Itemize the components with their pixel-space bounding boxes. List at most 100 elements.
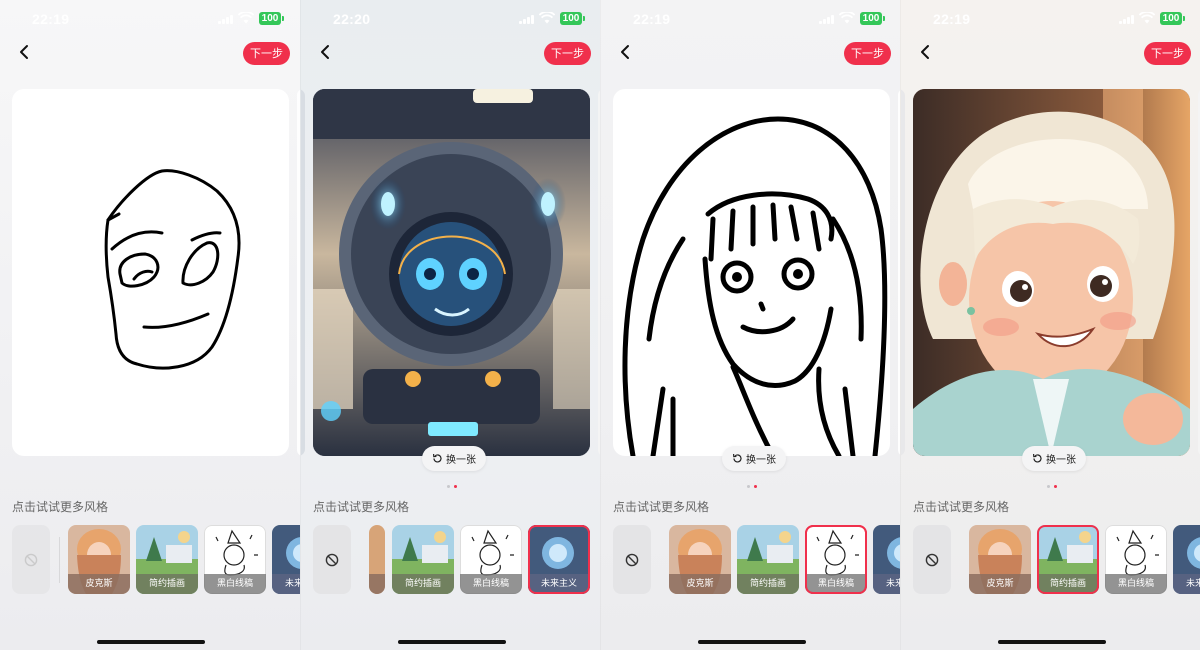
style-tile-label: 黑白线稿: [204, 574, 266, 594]
status-time: 22:19: [633, 11, 671, 27]
style-tile-futurism[interactable]: 未来主义: [528, 525, 590, 594]
no-style-button[interactable]: [613, 525, 651, 594]
style-picker: 皮克斯 简约插画 黑白线稿 未来主义: [613, 525, 900, 595]
face-sketch-image: [104, 169, 241, 370]
phone-screen-2: 22:20 100 下一步 换一张 点击试试更多风格 简约插画 黑白线稿 未来主…: [300, 0, 600, 650]
home-indicator: [398, 640, 506, 644]
back-button[interactable]: [315, 42, 335, 62]
line-art-girl-image: [622, 116, 888, 456]
page-indicator: [747, 485, 757, 488]
next-step-button[interactable]: 下一步: [243, 42, 290, 65]
style-picker: 皮克斯 简约插画 黑白线稿 未来主义: [12, 525, 300, 595]
page-indicator: [447, 485, 457, 488]
phone-screen-3: 22:19 100 下一步 换一张 点击试试更多风格 皮克斯 简约插画 黑白线稿…: [600, 0, 900, 650]
battery-icon: 100: [860, 12, 885, 25]
style-tile-simple-illustration[interactable]: 简约插画: [392, 525, 454, 594]
swap-button[interactable]: 换一张: [722, 446, 786, 471]
swap-button[interactable]: 换一张: [1022, 446, 1086, 471]
back-button[interactable]: [915, 42, 935, 62]
style-tile-label: 未来主义: [1173, 574, 1200, 594]
back-button[interactable]: [615, 42, 635, 62]
style-tile-futurism[interactable]: 未来主义: [1173, 525, 1200, 594]
style-tile-simple-illustration[interactable]: 简约插画: [136, 525, 198, 594]
status-bar: 22:20 100: [301, 0, 600, 36]
style-picker: 皮克斯 简约插画 黑白线稿 未来主义: [913, 525, 1200, 595]
style-section-title: 点击试试更多风格: [12, 500, 109, 514]
phone-screen-4: 22:19 100 下一步 换一张 点击试试更多风格 皮克斯 简约插画 黑白线稿…: [900, 0, 1200, 650]
style-tile-line-art[interactable]: 黑白线稿: [1105, 525, 1167, 594]
swap-button[interactable]: 换一张: [422, 446, 486, 471]
next-step-button[interactable]: 下一步: [1144, 42, 1191, 65]
simple-illustration-thumbnail: [1037, 525, 1099, 594]
preview-card: [913, 89, 1190, 456]
status-time: 22:19: [32, 11, 70, 27]
refresh-icon: [1033, 453, 1042, 463]
style-tile-futurism[interactable]: 未来主义: [272, 525, 300, 594]
style-tile-pixar[interactable]: 皮克斯: [68, 525, 130, 594]
no-style-icon: [325, 553, 339, 566]
style-tile-label: 简约插画: [737, 574, 799, 594]
style-tile-line-art[interactable]: 黑白线稿: [805, 525, 867, 594]
next-step-button[interactable]: 下一步: [844, 42, 891, 65]
back-arrow-icon: [621, 45, 629, 59]
line-art-thumbnail: [816, 529, 859, 576]
page-dot: [747, 485, 750, 488]
refresh-icon: [433, 453, 442, 463]
next-step-button[interactable]: 下一步: [544, 42, 591, 65]
home-indicator: [698, 640, 806, 644]
swap-label: 换一张: [746, 455, 776, 466]
style-tile-pixar[interactable]: 皮克斯: [669, 525, 731, 594]
no-style-button[interactable]: [313, 525, 351, 594]
style-tile-label: 未来主义: [528, 574, 590, 594]
robot-image: [313, 89, 590, 456]
page-indicator: [1047, 485, 1057, 488]
style-tile-pixar[interactable]: 皮克斯: [969, 525, 1031, 594]
style-tile-line-art[interactable]: 黑白线稿: [460, 525, 522, 594]
preview-card: [613, 89, 890, 456]
stage: 22:19 100 下一步 点击试试更多风格 皮克斯 简约插画 黑白线稿 未来 …: [0, 0, 1200, 650]
no-style-button[interactable]: [12, 525, 50, 594]
no-style-icon: [625, 553, 639, 566]
style-divider: [59, 537, 60, 583]
back-arrow-icon: [20, 45, 28, 59]
style-tile-futurism[interactable]: 未来主义: [873, 525, 900, 594]
signal-icon: [519, 14, 534, 24]
style-tile-simple-illustration[interactable]: 简约插画: [1037, 525, 1099, 594]
swap-label: 换一张: [1046, 455, 1076, 466]
style-tile-label: 未来主义: [873, 574, 900, 594]
prev-card-peek: [901, 89, 905, 456]
wifi-icon: [238, 12, 254, 24]
style-tile-label: 黑白线稿: [460, 574, 522, 594]
style-picker: 简约插画 黑白线稿 未来主义: [313, 525, 600, 595]
status-bar: 22:19 100: [601, 0, 900, 36]
signal-icon: [819, 14, 834, 24]
signal-icon: [218, 14, 233, 24]
home-indicator: [97, 640, 205, 644]
back-arrow-icon: [921, 45, 929, 59]
style-section-title: 点击试试更多风格: [913, 500, 1010, 514]
no-style-icon: [925, 553, 939, 566]
no-style-button[interactable]: [913, 525, 951, 594]
home-indicator: [998, 640, 1106, 644]
style-tile-pixar-partial[interactable]: [369, 525, 385, 594]
prev-card-peek: [301, 89, 305, 456]
style-tile-line-art[interactable]: 黑白线稿: [204, 525, 266, 594]
page-dot: [1047, 485, 1050, 488]
back-button[interactable]: [14, 42, 34, 62]
refresh-icon: [733, 453, 742, 463]
style-tile-label: 皮克斯: [969, 574, 1031, 594]
page-dot-active: [1054, 485, 1057, 488]
wifi-icon: [539, 12, 555, 24]
signal-icon: [1119, 14, 1134, 24]
style-tile-simple-illustration[interactable]: 简约插画: [737, 525, 799, 594]
style-tile-label: 简约插画: [136, 574, 198, 594]
battery-icon: 100: [259, 12, 284, 25]
wifi-icon: [839, 12, 855, 24]
wifi-icon: [1139, 12, 1155, 24]
pixar-thumbnail: [369, 525, 385, 594]
status-bar: 22:19 100: [0, 0, 300, 36]
style-tile-label: 皮克斯: [68, 574, 130, 594]
preview-card: [313, 89, 590, 456]
page-dot-active: [454, 485, 457, 488]
style-section-title: 点击试试更多风格: [613, 500, 710, 514]
